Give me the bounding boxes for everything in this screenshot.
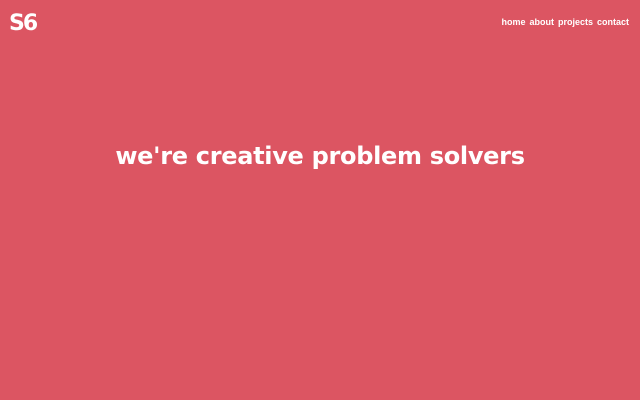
nav-link-home[interactable]: home [501, 16, 525, 28]
nav-link-about[interactable]: about [529, 16, 554, 28]
logo[interactable]: S6 [9, 11, 38, 37]
hero-headline: we're creative problem solvers [115, 142, 525, 170]
nav-link-projects[interactable]: projects [558, 16, 593, 28]
nav-link-contact[interactable]: contact [597, 16, 629, 28]
main-nav: home about projects contact [501, 16, 629, 28]
